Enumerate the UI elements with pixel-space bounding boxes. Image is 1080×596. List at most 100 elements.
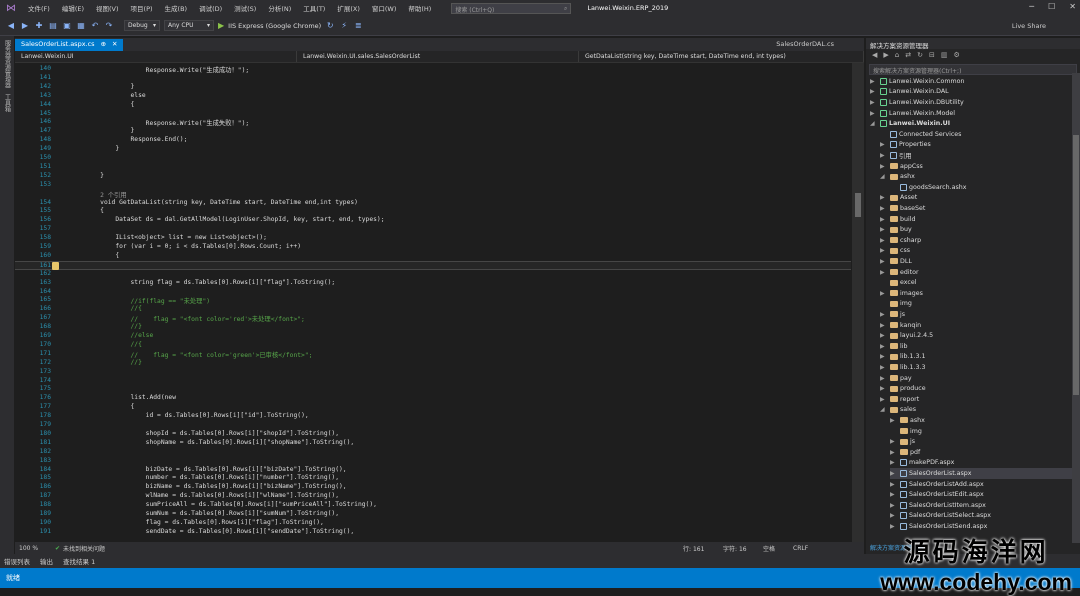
collapse-all-icon[interactable]: ⊟ [929,51,935,61]
server-explorer-tab[interactable]: 服务器资源管理器 [3,40,12,88]
code-line[interactable]: 189 sumNum = ds.Tables[0].Rows[i]["sumNu… [15,510,851,519]
chevron-right-icon[interactable]: ▶ [890,470,898,477]
tree-item[interactable]: ▶ js [890,436,915,447]
code-line[interactable]: 190 flag = ds.Tables[0].Rows[i]["flag"].… [15,519,851,528]
class-dropdown[interactable]: Lanwei.Weixin.UI.sales.SalesOrderList [297,51,579,62]
chevron-right-icon[interactable]: ▶ [880,258,888,265]
live-share-button[interactable]: Live Share [1012,22,1046,30]
search-input[interactable]: 搜索 (Ctrl+Q) ⌕ [451,2,572,14]
tree-item[interactable]: ▶ layui.2.4.5 [880,330,933,341]
chevron-right-icon[interactable]: ▶ [870,110,878,117]
tree-item[interactable]: Connected Services [880,129,961,140]
chevron-right-icon[interactable]: ▶ [880,396,888,403]
tab-output[interactable]: 输出 [40,556,53,566]
chevron-right-icon[interactable]: ▶ [880,364,888,371]
home-icon[interactable]: ⌂ [895,51,899,61]
open-folder-icon[interactable]: ▤ [48,21,58,30]
tree-item[interactable]: ▶ SalesOrderListAdd.aspx [890,479,984,490]
menu-item[interactable]: 分析(N) [262,3,297,13]
tree-item[interactable]: ▶ kanqin [880,320,921,331]
tree-item[interactable]: ▶ Lanwei.Weixin.Common [870,76,964,87]
tree-item[interactable]: img [890,426,922,437]
redo-icon[interactable]: ↷ [104,21,114,30]
chevron-right-icon[interactable]: ▶ [880,216,888,223]
tree-item[interactable]: ▶ csharp [880,235,921,246]
code-line[interactable]: 184 bizDate = ds.Tables[0].Rows[i]["bizD… [15,466,851,475]
tab-error-list[interactable]: 错误列表 [4,556,30,566]
chevron-right-icon[interactable]: ▶ [890,459,898,466]
tree-item[interactable]: excel [880,277,916,288]
tree-item[interactable]: ◢ ashx [880,171,915,182]
code-line[interactable]: 160 { [15,252,851,261]
code-line[interactable]: 157 [15,225,851,234]
chevron-right-icon[interactable]: ▶ [890,502,898,509]
tree-item[interactable]: ▶ SalesOrderListSend.aspx [890,521,987,532]
lightbulb-icon[interactable] [52,261,59,270]
properties-icon[interactable]: ⚙ [953,51,959,61]
format-icon[interactable]: ≣ [353,21,363,30]
code-line[interactable]: 150 [15,154,851,163]
chevron-right-icon[interactable]: ▶ [880,353,888,360]
code-line[interactable]: 181 shopName = ds.Tables[0].Rows[i]["sho… [15,439,851,448]
scrollbar-thumb[interactable] [1073,135,1079,395]
chevron-right-icon[interactable]: ▶ [890,491,898,498]
code-line[interactable]: 176 list.Add(new [15,394,851,403]
menu-item[interactable]: 生成(B) [159,3,194,13]
code-line[interactable]: 168 //} [15,323,851,332]
tree-item[interactable]: ▶ css [880,246,910,257]
chevron-down-icon[interactable]: ◢ [870,120,878,127]
chevron-right-icon[interactable]: ▶ [890,512,898,519]
tree-item[interactable]: ▶ SalesOrderList.aspx [890,468,1080,479]
scrollbar-thumb[interactable] [855,193,861,217]
tree-item[interactable]: ▶ pdf [890,447,920,458]
code-line[interactable]: 147 } [15,127,851,136]
chevron-right-icon[interactable]: ▶ [880,163,888,170]
tree-item[interactable]: ▶ 引用 [880,150,912,161]
tree-item[interactable]: ▶ produce [880,383,926,394]
zoom-level[interactable]: 100 % [15,545,55,552]
chevron-right-icon[interactable]: ▶ [890,417,898,424]
tree-item[interactable]: ▶ Asset [880,193,917,204]
code-line[interactable]: 170 //{ [15,341,851,350]
code-line[interactable]: 165 //if(flag == "未处理") [15,296,851,305]
code-line[interactable]: 148 Response.End(); [15,136,851,145]
tree-item[interactable]: ▶ images [880,288,923,299]
chevron-down-icon[interactable]: ◢ [880,406,888,413]
solution-explorer-scrollbar[interactable] [1072,73,1080,543]
code-line[interactable]: 180 shopId = ds.Tables[0].Rows[i]["shopI… [15,430,851,439]
code-line[interactable]: 163 string flag = ds.Tables[0].Rows[i]["… [15,279,851,288]
run-icon[interactable]: ▶ [218,21,224,30]
code-line[interactable]: 162 [15,270,851,279]
new-project-icon[interactable]: ✚ [34,21,44,30]
code-line[interactable]: 161 [15,260,851,270]
menu-item[interactable]: 项目(P) [125,3,159,13]
tree-item[interactable]: ▶ makePDF.aspx [890,458,954,469]
code-line[interactable]: 149 } [15,145,851,154]
code-line[interactable]: 145 [15,110,851,119]
close-icon[interactable]: ✕ [1069,2,1076,11]
tab-find-results[interactable]: 查找结果 1 [63,556,95,566]
menu-item[interactable]: 工具(T) [297,3,331,13]
save-all-icon[interactable]: ▦ [76,21,86,30]
solution-explorer-search[interactable]: 搜索解决方案资源管理器(Ctrl+;) [869,64,1077,75]
maximize-icon[interactable]: ☐ [1048,2,1055,11]
line-ending[interactable]: CRLF [793,545,823,552]
tree-item[interactable]: ▶ appCss [880,161,923,172]
tree-item[interactable]: ▶ ashx [890,415,925,426]
code-line[interactable]: 175 [15,385,851,394]
menu-item[interactable]: 编辑(E) [56,3,90,13]
code-line[interactable]: 156 DataSet ds = dal.GetAllModel(LoginUs… [15,216,851,225]
code-line[interactable]: 182 [15,448,851,457]
chevron-right-icon[interactable]: ▶ [880,290,888,297]
code-line[interactable]: 159 for (var i = 0; i < ds.Tables[0].Row… [15,243,851,252]
code-line[interactable]: 144 { [15,101,851,110]
code-area[interactable]: 140 Response.Write("生成成功！"); 141 142 } 143 … [15,63,864,543]
code-line[interactable]: 142 } [15,83,851,92]
chevron-right-icon[interactable]: ▶ [890,523,898,530]
code-line[interactable]: 143 else [15,92,851,101]
chevron-right-icon[interactable]: ▶ [870,88,878,95]
menu-item[interactable]: 帮助(H) [402,3,437,13]
project-dropdown[interactable]: Lanwei.Weixin.UI [15,51,297,62]
undo-icon[interactable]: ↶ [90,21,100,30]
code-line[interactable]: 155 { [15,207,851,216]
